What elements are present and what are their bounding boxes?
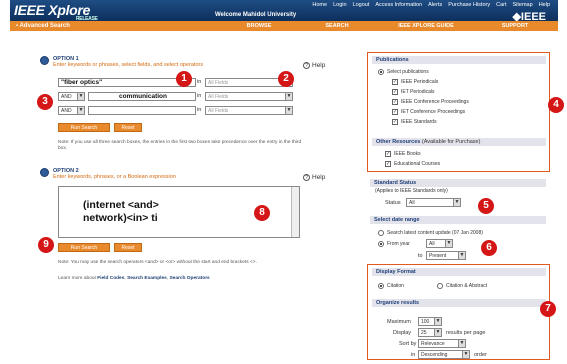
checkbox-ieee-conference[interactable]: ✓ IEEE Conference Proceedings bbox=[392, 99, 469, 105]
checkbox-ieee-books[interactable]: ✓ IEEE Books bbox=[385, 151, 421, 157]
link-logout[interactable]: Logout bbox=[353, 2, 370, 8]
textarea-scrollbar[interactable] bbox=[291, 187, 299, 237]
standard-status-title: Standard Status bbox=[370, 179, 546, 187]
operator-select-2[interactable]: AND ▼ bbox=[58, 92, 85, 101]
query-text-line1: (internet <and> bbox=[83, 199, 159, 211]
marker-4: 4 bbox=[548, 97, 564, 113]
link-search-examples[interactable]: Search Examples bbox=[127, 276, 167, 281]
marker-6: 6 bbox=[481, 240, 497, 256]
link-search-operators[interactable]: Search Operators bbox=[169, 276, 209, 281]
date-range-title: Select date range bbox=[370, 216, 546, 224]
latest-update-radio[interactable]: Search latest content update (07 Jan 200… bbox=[378, 230, 483, 236]
help-link[interactable]: ? Help bbox=[303, 62, 325, 69]
run-search-button-2[interactable]: Run Search bbox=[58, 243, 110, 252]
field-select-3[interactable]: All Fields ▼ bbox=[205, 106, 293, 115]
organize-results-title: Organize results bbox=[372, 299, 546, 307]
link-access-information[interactable]: Access Information bbox=[375, 2, 422, 8]
link-alerts[interactable]: Alerts bbox=[428, 2, 442, 8]
welcome-text: Welcome Mahidol University bbox=[215, 12, 297, 18]
sort-by-select[interactable]: Relevance ▼ bbox=[418, 339, 466, 348]
option2-note: Note: You may use the search operators <… bbox=[58, 260, 257, 265]
top-links: Home Login Logout Access Information Ale… bbox=[312, 2, 550, 8]
field-select-2[interactable]: All Fields ▼ bbox=[205, 92, 293, 101]
option-icon bbox=[40, 56, 49, 65]
help-icon: ? bbox=[303, 174, 310, 181]
display-format-title: Display Format bbox=[372, 268, 546, 276]
search-term-3[interactable] bbox=[88, 106, 196, 115]
link-login[interactable]: Login bbox=[333, 2, 346, 8]
display-per-page-select[interactable]: 25 ▼ bbox=[418, 328, 442, 337]
link-field-codes[interactable]: Field Codes bbox=[97, 276, 124, 281]
header-bar: IEEE XploreRELEASE 2.4 Home Login Logout… bbox=[10, 0, 558, 28]
option2-header: OPTION 2 Enter keywords, phrases, or a Bo… bbox=[40, 168, 176, 180]
select-publications-radio[interactable]: Select publications bbox=[378, 69, 429, 75]
link-purchase-history[interactable]: Purchase History bbox=[448, 2, 490, 8]
learn-more-note: Learn more about Field Codes, Search Exa… bbox=[58, 276, 210, 281]
marker-9: 9 bbox=[38, 237, 54, 253]
to-year-select[interactable]: Present ▼ bbox=[426, 251, 466, 260]
from-year-select[interactable]: All ▼ bbox=[426, 239, 453, 248]
marker-7: 7 bbox=[540, 301, 556, 317]
from-year-radio[interactable]: From year bbox=[378, 241, 410, 247]
checkbox-iet-conference[interactable]: ✓ IET Conference Proceedings bbox=[392, 109, 465, 115]
help-icon: ? bbox=[303, 62, 310, 69]
reset-button-1[interactable]: Reset bbox=[114, 123, 142, 132]
link-cart[interactable]: Cart bbox=[496, 2, 506, 8]
checkbox-ieee-standards[interactable]: ✓ IEEE Standards bbox=[392, 119, 437, 125]
link-help[interactable]: Help bbox=[539, 2, 550, 8]
page-title: ▪ Advanced Search bbox=[16, 23, 70, 29]
checkbox-ieee-periodicals[interactable]: ✓ IEEE Periodicals bbox=[392, 79, 438, 85]
marker-3: 3 bbox=[37, 94, 53, 110]
nav-bar: ▪ Advanced Search BROWSE SEARCH IEEE XPL… bbox=[10, 21, 558, 31]
citation-radio[interactable]: Citation bbox=[378, 283, 404, 289]
tab-xplore-guide[interactable]: IEEE XPLORE GUIDE bbox=[376, 23, 476, 29]
query-text-line2: network)<in> ti bbox=[83, 212, 158, 224]
option1-note: Note: If you use all three search boxes,… bbox=[58, 140, 302, 151]
marker-5: 5 bbox=[478, 198, 494, 214]
tab-support[interactable]: SUPPORT bbox=[476, 23, 554, 29]
other-resources-title: Other Resources (Available for Purchase) bbox=[372, 138, 546, 146]
tab-search[interactable]: SEARCH bbox=[298, 23, 376, 29]
link-sitemap[interactable]: Sitemap bbox=[513, 2, 533, 8]
help-link-2[interactable]: ? Help bbox=[303, 174, 325, 181]
marker-1: 1 bbox=[176, 71, 192, 87]
checkbox-educational-courses[interactable]: ✓ Educational Courses bbox=[385, 161, 440, 167]
link-home[interactable]: Home bbox=[312, 2, 327, 8]
status-select[interactable]: All ▼ bbox=[406, 198, 461, 207]
option-icon bbox=[40, 168, 49, 177]
operator-select-3[interactable]: AND ▼ bbox=[58, 106, 85, 115]
maximum-select[interactable]: 100 ▼ bbox=[418, 317, 442, 326]
citation-abstract-radio[interactable]: Citation & Abstract bbox=[437, 283, 487, 289]
run-search-button-1[interactable]: Run Search bbox=[58, 123, 110, 132]
search-term-2[interactable]: communication bbox=[88, 92, 196, 101]
option1-header: OPTION 1 Enter keywords or phrases, selec… bbox=[40, 56, 203, 68]
ieee-xplore-logo[interactable]: IEEE XploreRELEASE 2.4 bbox=[14, 2, 98, 28]
tab-browse[interactable]: BROWSE bbox=[220, 23, 298, 29]
marker-8: 8 bbox=[254, 205, 270, 221]
sort-order-select[interactable]: Descending ▼ bbox=[418, 350, 470, 359]
marker-2: 2 bbox=[278, 71, 294, 87]
checkbox-iet-periodicals[interactable]: ✓ IET Periodicals bbox=[392, 89, 435, 95]
reset-button-2[interactable]: Reset bbox=[114, 243, 142, 252]
publications-title: Publications bbox=[372, 56, 546, 64]
